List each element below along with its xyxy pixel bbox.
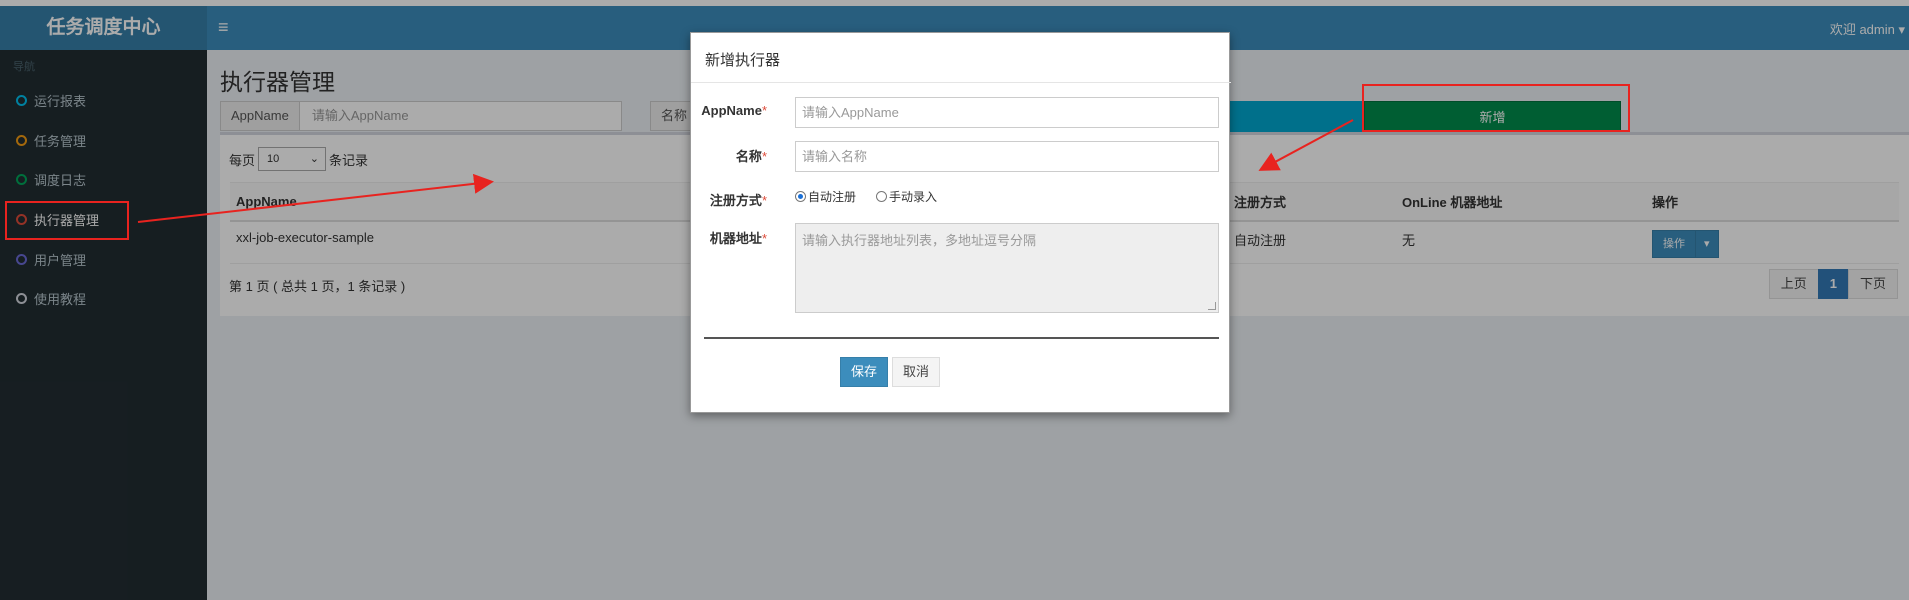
annotation-arrow-left: [137, 173, 494, 223]
annotation-arrow-right: [1258, 119, 1354, 171]
annotation-arrows: [137, 119, 1354, 223]
